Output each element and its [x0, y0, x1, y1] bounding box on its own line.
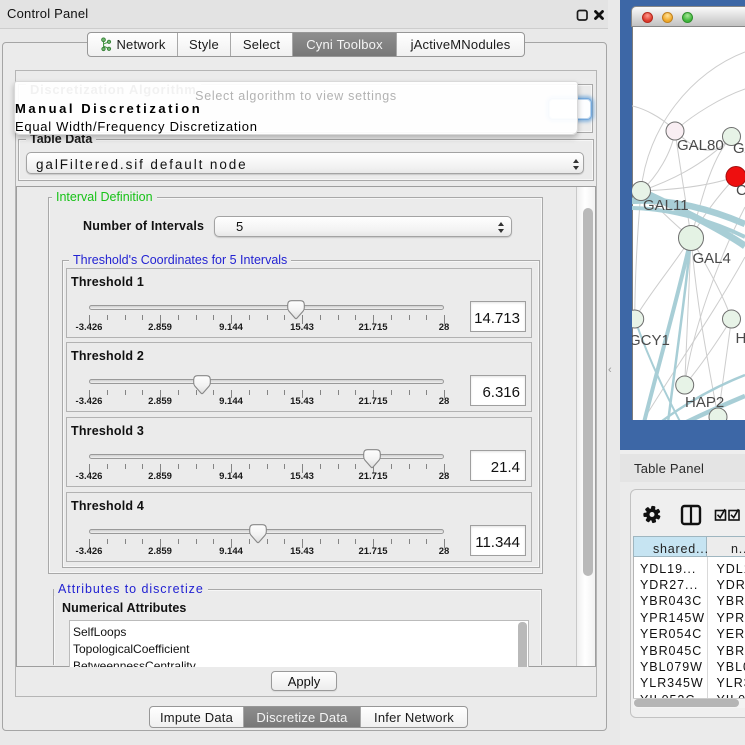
svg-text:GAL11: GAL11 [643, 197, 689, 214]
svg-text:GA: GA [733, 140, 745, 157]
svg-text:H: H [736, 330, 745, 347]
svg-text:HAP2: HAP2 [685, 394, 724, 411]
svg-text:GCY1: GCY1 [632, 332, 670, 349]
svg-text:GAL80: GAL80 [677, 137, 724, 154]
svg-text:CY: CY [736, 182, 745, 199]
svg-text:GAL4: GAL4 [693, 250, 731, 267]
